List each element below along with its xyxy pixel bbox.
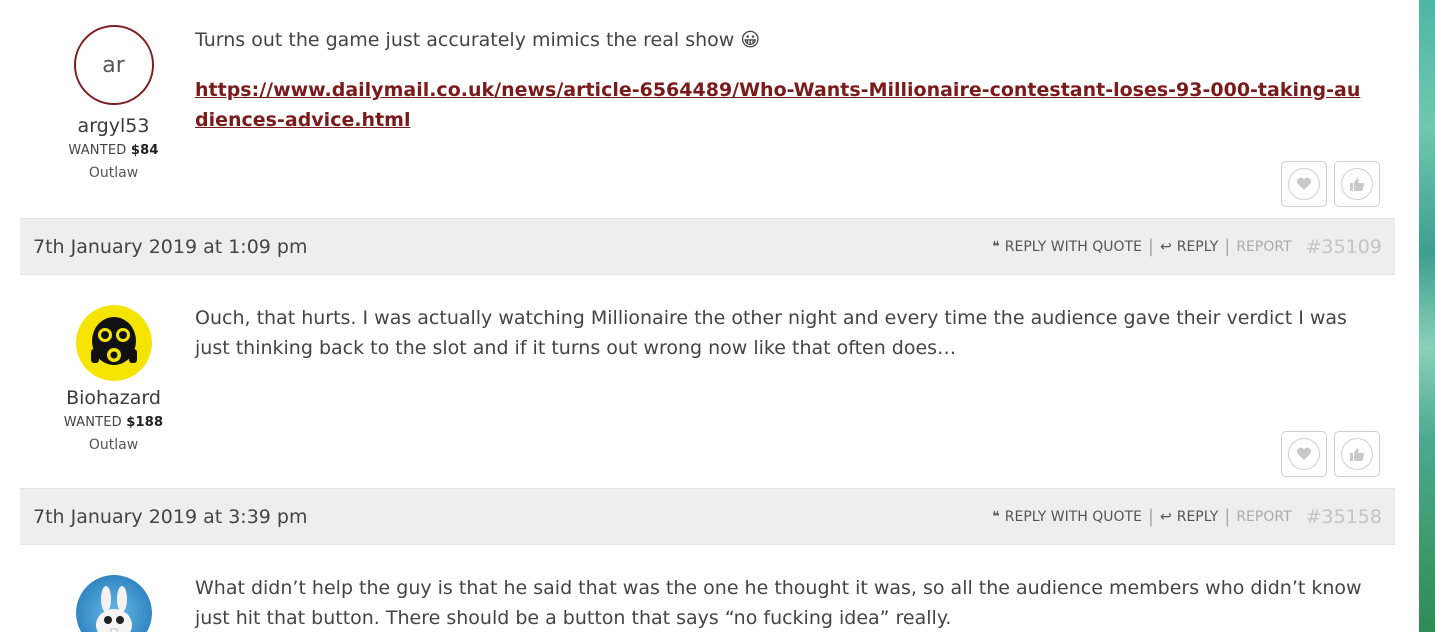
- author-rank: Outlaw: [88, 165, 139, 181]
- separator: |: [1147, 236, 1154, 257]
- author-block: Biohazard WANTED $188 Outlaw: [20, 305, 207, 453]
- author-bounty: WANTED $188: [20, 415, 207, 430]
- heart-icon: [1288, 438, 1320, 470]
- like-button[interactable]: [1334, 161, 1380, 207]
- separator: |: [1147, 506, 1154, 527]
- love-button[interactable]: [1281, 431, 1327, 477]
- report-button[interactable]: REPORT: [1236, 509, 1291, 525]
- post-content: What didn’t help the guy is that he said…: [195, 573, 1365, 632]
- reply-label: REPLY: [1176, 508, 1219, 525]
- thumbs-up-icon: [1341, 168, 1373, 200]
- author-bounty: WANTED $84: [20, 143, 207, 158]
- reply-with-quote-button[interactable]: ❝ REPLY WITH QUOTE: [992, 239, 1142, 255]
- report-button[interactable]: REPORT: [1236, 239, 1291, 255]
- wanted-label: WANTED: [63, 415, 122, 430]
- reply-button[interactable]: ↩ REPLY: [1160, 239, 1218, 255]
- post-actions: [1281, 161, 1380, 207]
- rabbit-avatar[interactable]: [75, 575, 152, 632]
- author-rank: Outlaw: [88, 437, 139, 453]
- separator: |: [1224, 506, 1231, 527]
- post-meta-bar: 7th January 2019 at 1:09 pm ❝ REPLY WITH…: [20, 219, 1395, 275]
- post-actions: [1281, 431, 1380, 477]
- heart-icon: [1288, 168, 1320, 200]
- author-name[interactable]: Biohazard: [20, 387, 207, 409]
- author-block: ar argyl53 WANTED $84 Outlaw: [20, 25, 207, 181]
- avatar-initials: ar: [102, 52, 125, 78]
- bounty-value: $188: [126, 415, 164, 430]
- quote-icon: ❝: [992, 508, 1000, 525]
- post-body: What didn’t help the guy is that he said…: [20, 545, 1395, 632]
- post-number[interactable]: #35109: [1306, 236, 1382, 258]
- post-meta-bar: 7th January 2019 at 3:39 pm ❝ REPLY WITH…: [20, 489, 1395, 545]
- thumbs-up-icon: [1341, 438, 1373, 470]
- quote-icon: ❝: [992, 238, 1000, 255]
- post-date: 7th January 2019 at 1:09 pm: [33, 235, 308, 258]
- avatar[interactable]: ar: [73, 25, 154, 105]
- post-body: ar argyl53 WANTED $84 Outlaw Turns out t…: [20, 0, 1395, 219]
- wanted-label: WANTED: [68, 143, 127, 158]
- forum-thread: ar argyl53 WANTED $84 Outlaw Turns out t…: [20, 0, 1395, 632]
- love-button[interactable]: [1281, 161, 1327, 207]
- like-button[interactable]: [1334, 431, 1380, 477]
- reply-with-quote-label: REPLY WITH QUOTE: [1004, 508, 1142, 525]
- reply-arrow-icon: ↩: [1160, 238, 1172, 255]
- gas-mask-avatar[interactable]: [75, 305, 152, 381]
- author-name[interactable]: argyl53: [20, 115, 207, 137]
- separator: |: [1224, 236, 1231, 257]
- reply-with-quote-button[interactable]: ❝ REPLY WITH QUOTE: [992, 509, 1142, 525]
- author-block: [20, 575, 207, 632]
- post-text: What didn’t help the guy is that he said…: [195, 577, 1362, 629]
- post-body: Biohazard WANTED $188 Outlaw Ouch, that …: [20, 275, 1395, 489]
- post-text: Ouch, that hurts. I was actually watchin…: [195, 307, 1347, 359]
- post-text-body: Turns out the game just accurately mimic…: [195, 29, 735, 51]
- post-date: 7th January 2019 at 3:39 pm: [33, 505, 308, 528]
- reply-button[interactable]: ↩ REPLY: [1160, 509, 1218, 525]
- reply-arrow-icon: ↩: [1160, 508, 1172, 525]
- post-number[interactable]: #35158: [1306, 506, 1382, 528]
- post-text: Turns out the game just accurately mimic…: [195, 25, 1365, 55]
- article-link[interactable]: https://www.dailymail.co.uk/news/article…: [195, 79, 1360, 131]
- post-content: Turns out the game just accurately mimic…: [195, 25, 1365, 155]
- post-meta-actions: ❝ REPLY WITH QUOTE | ↩ REPLY | REPORT #3…: [992, 236, 1382, 258]
- reply-label: REPLY: [1176, 238, 1219, 255]
- bounty-value: $84: [130, 143, 159, 158]
- post-meta-actions: ❝ REPLY WITH QUOTE | ↩ REPLY | REPORT #3…: [992, 506, 1382, 528]
- post-content: Ouch, that hurts. I was actually watchin…: [195, 303, 1365, 383]
- reply-with-quote-label: REPLY WITH QUOTE: [1004, 238, 1142, 255]
- grinning-emoji-icon: 😀: [740, 29, 761, 51]
- background-art-strip: [1419, 0, 1435, 632]
